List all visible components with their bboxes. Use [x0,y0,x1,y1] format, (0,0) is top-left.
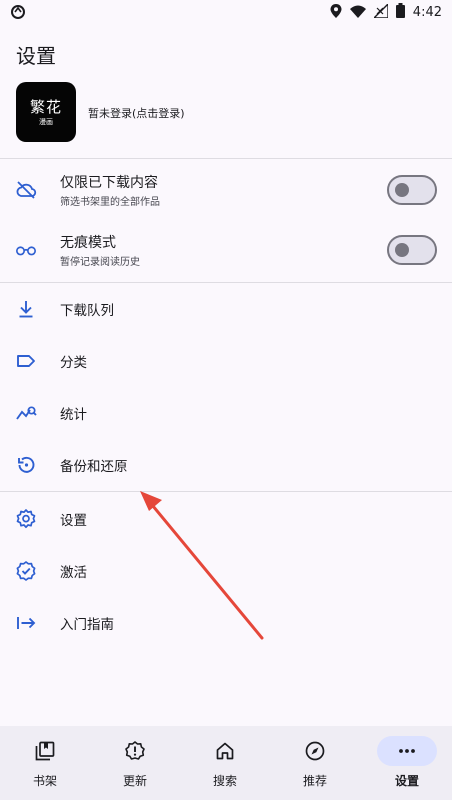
nav-label: 推荐 [302,774,327,788]
nav-item-search[interactable]: 搜索 [180,726,270,800]
home-icon [195,736,255,766]
nav-item-recommend[interactable]: 推荐 [270,726,360,800]
nav-label: 更新 [122,774,147,788]
bottom-navigation-bar: 书架 更新 搜索 推荐 设置 [0,726,452,800]
settings-screen: 4:42 设置 繁花 漫画 暂未登录(点击登录) 仅限已下载内容 筛选书架里的全… [0,0,452,800]
more-icon [377,736,437,766]
nav-label: 设置 [394,774,419,788]
nav-item-updates[interactable]: 更新 [90,726,180,800]
annotation-arrow [140,491,264,640]
explore-icon [285,736,345,766]
updates-icon [105,736,165,766]
library-icon [15,736,75,766]
nav-item-settings[interactable]: 设置 [362,726,452,800]
nav-label: 书架 [32,774,57,788]
nav-label: 搜索 [212,774,237,788]
nav-item-library[interactable]: 书架 [0,726,90,800]
